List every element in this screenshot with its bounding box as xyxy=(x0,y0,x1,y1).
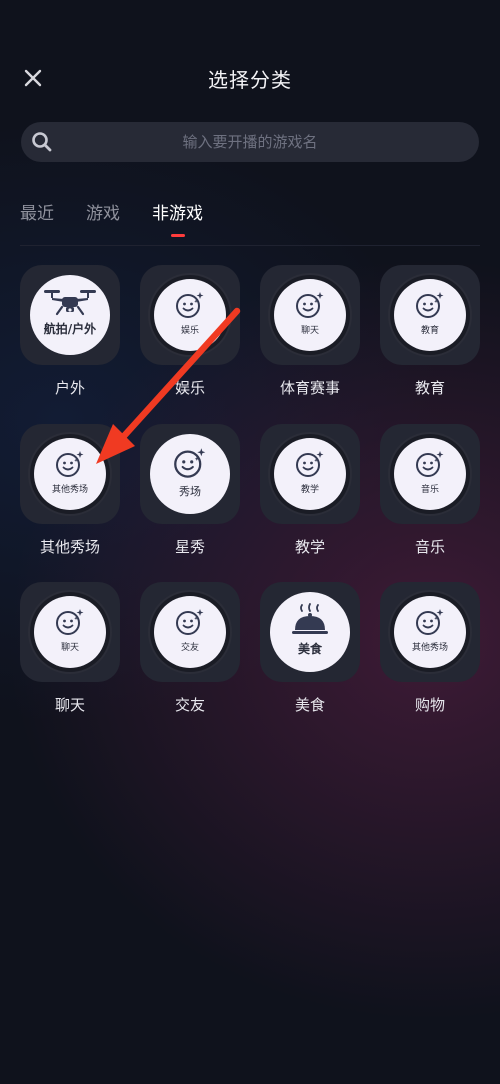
category-label: 星秀 xyxy=(174,538,205,556)
category-label: 其他秀场 xyxy=(39,538,100,556)
category-outdoor[interactable]: 航拍/户外 户外 xyxy=(20,265,120,398)
badge-text: 聊天 xyxy=(60,643,79,653)
category-label: 音乐 xyxy=(414,538,445,556)
category-label: 美食 xyxy=(294,696,325,714)
category-tile: 美食 xyxy=(260,582,360,682)
category-label: 教学 xyxy=(294,538,325,556)
category-tile: 航拍/户外 xyxy=(20,265,120,365)
search-input[interactable] xyxy=(21,122,479,162)
category-badge: 其他秀场 xyxy=(394,596,466,668)
smile-icon xyxy=(176,292,204,318)
badge-text: 教育 xyxy=(420,326,439,336)
category-badge: 教学 xyxy=(274,438,346,510)
badge-text: 其他秀场 xyxy=(411,643,448,653)
food-cloche-icon xyxy=(292,603,328,634)
category-badge: 其他秀场 xyxy=(34,438,106,510)
search-icon xyxy=(32,132,52,152)
category-badge: 教育 xyxy=(394,279,466,351)
category-badge: 秀场 xyxy=(150,434,230,514)
category-label: 聊天 xyxy=(54,696,85,714)
category-education[interactable]: 教育 教育 xyxy=(380,265,480,398)
category-tile: 娱乐 xyxy=(140,265,240,365)
category-badge: 音乐 xyxy=(394,438,466,510)
category-tile: 教学 xyxy=(260,424,360,524)
category-badge: 聊天 xyxy=(34,596,106,668)
badge-text: 美食 xyxy=(297,642,322,656)
category-tile: 交友 xyxy=(140,582,240,682)
badge-text: 其他秀场 xyxy=(51,485,88,495)
badge-text: 秀场 xyxy=(179,484,201,498)
drone-icon xyxy=(44,290,96,316)
badge-text: 交友 xyxy=(180,643,199,653)
tab-recent[interactable]: 最近 xyxy=(20,200,54,240)
badge-text: 聊天 xyxy=(300,326,319,336)
category-entertainment[interactable]: 娱乐 娱乐 xyxy=(140,265,240,398)
badge-text: 娱乐 xyxy=(180,326,199,336)
category-friends[interactable]: 交友 交友 xyxy=(140,582,240,715)
smile-icon xyxy=(174,447,206,478)
category-chat[interactable]: 聊天 聊天 xyxy=(20,582,120,715)
category-tile: 聊天 xyxy=(20,582,120,682)
smile-icon xyxy=(416,451,444,477)
smile-icon xyxy=(296,292,324,318)
category-badge: 聊天 xyxy=(274,279,346,351)
category-badge: 交友 xyxy=(154,596,226,668)
search-bar[interactable] xyxy=(21,122,479,162)
smile-icon xyxy=(416,292,444,318)
smile-icon xyxy=(416,609,444,635)
smile-icon xyxy=(296,451,324,477)
tab-games[interactable]: 游戏 xyxy=(86,200,120,240)
category-label: 娱乐 xyxy=(174,379,205,397)
category-food[interactable]: 美食 美食 xyxy=(260,582,360,715)
category-tile: 教育 xyxy=(380,265,480,365)
category-label: 体育赛事 xyxy=(279,379,340,397)
category-badge: 娱乐 xyxy=(154,279,226,351)
category-badge: 航拍/户外 xyxy=(30,275,110,355)
page-title: 选择分类 xyxy=(208,68,292,92)
category-label: 户外 xyxy=(54,379,85,397)
badge-text: 音乐 xyxy=(420,485,439,495)
category-other-show[interactable]: 其他秀场 其他秀场 xyxy=(20,424,120,557)
category-label: 购物 xyxy=(414,696,445,714)
badge-text: 教学 xyxy=(300,485,319,495)
category-music[interactable]: 音乐 音乐 xyxy=(380,424,480,557)
category-star-show[interactable]: 秀场 星秀 xyxy=(140,424,240,557)
category-tile: 其他秀场 xyxy=(380,582,480,682)
smile-icon xyxy=(56,451,84,477)
category-label: 教育 xyxy=(414,379,445,397)
smile-icon xyxy=(176,609,204,635)
category-shopping[interactable]: 其他秀场 购物 xyxy=(380,582,480,715)
category-sports[interactable]: 聊天 体育赛事 xyxy=(260,265,360,398)
smile-icon xyxy=(56,609,84,635)
category-teaching[interactable]: 教学 教学 xyxy=(260,424,360,557)
badge-text: 航拍/户外 xyxy=(43,322,97,336)
category-tile: 其他秀场 xyxy=(20,424,120,524)
category-tabs: 最近 游戏 非游戏 xyxy=(20,200,235,240)
divider xyxy=(20,245,480,246)
category-label: 交友 xyxy=(174,696,205,714)
category-tile: 秀场 xyxy=(140,424,240,524)
category-tile: 聊天 xyxy=(260,265,360,365)
category-badge: 美食 xyxy=(270,592,350,672)
category-tile: 音乐 xyxy=(380,424,480,524)
tab-non-games[interactable]: 非游戏 xyxy=(152,200,203,240)
